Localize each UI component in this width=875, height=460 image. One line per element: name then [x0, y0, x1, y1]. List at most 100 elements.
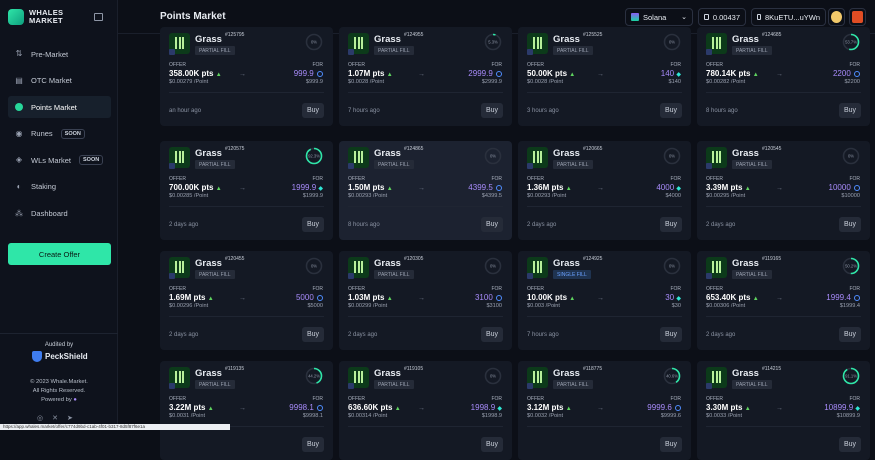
- token-name: Grass: [553, 258, 580, 269]
- for-amount: 140 ◆: [661, 69, 681, 78]
- create-offer-button[interactable]: Create Offer: [8, 243, 111, 265]
- offer-id: #120545: [762, 146, 782, 152]
- buy-button[interactable]: Buy: [302, 327, 324, 342]
- sidebar-item-pre-market[interactable]: ⇅ Pre-Market: [8, 43, 111, 65]
- buy-button[interactable]: Buy: [660, 327, 682, 342]
- buy-button[interactable]: Buy: [839, 327, 861, 342]
- offer-card[interactable]: Grass #124685 PARTIAL FILL 53.7% OFFER FOR 780…: [697, 27, 870, 126]
- buy-button[interactable]: Buy: [839, 103, 861, 118]
- buy-button[interactable]: Buy: [302, 217, 324, 232]
- token-name: Grass: [374, 258, 401, 269]
- offer-label: OFFER: [169, 176, 186, 182]
- for-amount: 10000: [829, 183, 860, 192]
- usd-value: $5000: [307, 303, 323, 309]
- offer-points: 358.00K pts: [169, 69, 214, 78]
- offer-amount: 3.22M pts ▲: [169, 403, 214, 412]
- price-per-point: $0.0033 /Point: [706, 413, 743, 419]
- fill-progress-ring: 50.2%: [842, 257, 860, 275]
- offer-card[interactable]: Grass #120305 PARTIAL FILL 0% OFFER FOR 1.03M …: [339, 251, 512, 350]
- for-label: FOR: [312, 62, 323, 68]
- usd-value: $1999.9: [302, 193, 323, 199]
- buy-button[interactable]: Buy: [481, 437, 503, 452]
- price-per-point: $0.00293 /Point: [527, 193, 567, 199]
- fill-type-badge: PARTIAL FILL: [732, 46, 772, 55]
- audited-by-label: Audited by: [44, 342, 74, 348]
- balance-display[interactable]: 0.00437: [698, 8, 746, 26]
- posted-time: 7 hours ago: [527, 332, 559, 338]
- offer-card[interactable]: Grass #120665 PARTIAL FILL 0% OFFER FOR 1.36M …: [518, 141, 691, 240]
- diamond-icon: ◆: [855, 406, 860, 412]
- wallet-button[interactable]: 8KuETU...uYWn: [751, 8, 826, 26]
- grass-leaf-icon: ▲: [752, 72, 759, 78]
- discord-icon[interactable]: ◎: [37, 414, 43, 422]
- x-icon[interactable]: ✕: [52, 414, 58, 422]
- collapse-sidebar-icon[interactable]: [94, 13, 103, 21]
- buy-button[interactable]: Buy: [839, 437, 861, 452]
- offer-card[interactable]: Grass #119135 PARTIAL FILL 44.2% OFFER FOR 3.2…: [160, 361, 333, 460]
- offer-amount: 1.50M pts ▲: [348, 183, 393, 192]
- offer-card[interactable]: Grass #118775 PARTIAL FILL 40.6% OFFER FOR 3.1…: [518, 361, 691, 460]
- for-value: 140: [660, 69, 675, 78]
- buy-button[interactable]: Buy: [481, 327, 503, 342]
- buy-button[interactable]: Buy: [660, 217, 682, 232]
- offer-card[interactable]: Grass #124865 PARTIAL FILL 0% OFFER FOR 1.50M …: [339, 141, 512, 240]
- social-links: ◎ ✕ ➤: [37, 414, 73, 422]
- chain-badge-icon: [348, 163, 354, 169]
- fill-percent: 0%: [490, 264, 496, 269]
- arrow-right-icon: →: [418, 185, 425, 192]
- buy-button[interactable]: Buy: [660, 437, 682, 452]
- offer-card[interactable]: Grass #119165 PARTIAL FILL 50.2% OFFER FOR 653…: [697, 251, 870, 350]
- sidebar-item-points-market[interactable]: Points Market: [8, 96, 111, 119]
- rewards-button[interactable]: [849, 8, 866, 26]
- usd-value: $30: [671, 303, 681, 309]
- buy-button[interactable]: Buy: [481, 103, 503, 118]
- offer-points: 653.40K pts: [706, 293, 751, 302]
- offer-label: OFFER: [169, 62, 186, 68]
- fill-type-badge: PARTIAL FILL: [374, 46, 414, 55]
- buy-button[interactable]: Buy: [302, 103, 324, 118]
- buy-button[interactable]: Buy: [481, 217, 503, 232]
- for-value: 30: [665, 293, 675, 302]
- offer-card[interactable]: Grass #119105 PARTIAL FILL 0% OFFER FOR 636.60…: [339, 361, 512, 460]
- offer-card[interactable]: Grass #114215 PARTIAL FILL 91.1% OFFER FOR 3.3…: [697, 361, 870, 460]
- offer-card[interactable]: Grass #125525 PARTIAL FILL 0% OFFER FOR 50.00K…: [518, 27, 691, 126]
- offer-id: #120665: [583, 146, 603, 152]
- posted-time: 3 hours ago: [527, 108, 559, 114]
- fill-percent: 50.2%: [845, 264, 857, 269]
- buy-button[interactable]: Buy: [660, 103, 682, 118]
- offer-card[interactable]: Grass #124955 PARTIAL FILL 5.3% OFFER FOR 1.07…: [339, 27, 512, 126]
- offer-label: OFFER: [706, 62, 723, 68]
- buy-button[interactable]: Buy: [839, 217, 861, 232]
- logo-line2: MARKET: [29, 16, 63, 25]
- runes-icon: ◉: [15, 128, 23, 138]
- coin-icon: [317, 70, 323, 77]
- peckshield-logo[interactable]: PeckShield: [32, 351, 88, 362]
- theme-toggle[interactable]: [828, 8, 845, 26]
- offer-amount: 1.03M pts ▲: [348, 293, 393, 302]
- buy-button[interactable]: Buy: [302, 437, 324, 452]
- fill-percent: 0%: [669, 154, 675, 159]
- telegram-icon[interactable]: ➤: [67, 414, 73, 422]
- offer-id: #120575: [225, 146, 245, 152]
- arrow-right-icon: →: [597, 405, 604, 412]
- offer-card[interactable]: Grass #124925 SINGLE FILL 0% OFFER FOR 10.00K …: [518, 251, 691, 350]
- grass-leaf-icon: ▲: [752, 296, 759, 302]
- for-label: FOR: [849, 62, 860, 68]
- posted-time: 2 days ago: [527, 222, 557, 228]
- offer-id: #125525: [583, 32, 603, 38]
- offer-card[interactable]: Grass #120545 PARTIAL FILL 0% OFFER FOR 3.39M …: [697, 141, 870, 240]
- sidebar-item-wls-market[interactable]: ◈ WLs Market SOON: [8, 149, 111, 171]
- app-logo[interactable]: WHALES MARKET: [8, 9, 63, 25]
- sidebar-item-dashboard[interactable]: ⁂ Dashboard: [8, 203, 111, 225]
- fill-progress-ring: 0%: [663, 33, 681, 51]
- price-per-point: $0.00299 /Point: [348, 303, 388, 309]
- for-label: FOR: [670, 396, 681, 402]
- offer-card[interactable]: Grass #125795 PARTIAL FILL 0% OFFER FOR 358.00…: [160, 27, 333, 126]
- sidebar-item-otc-market[interactable]: ▤ OTC Market: [8, 70, 111, 92]
- sidebar-item-runes[interactable]: ◉ Runes SOON: [8, 123, 111, 145]
- sidebar-item-staking[interactable]: ◐ Staking: [8, 176, 111, 198]
- chain-selector[interactable]: Solana ⌄: [625, 8, 693, 26]
- offer-card[interactable]: Grass #120455 PARTIAL FILL 0% OFFER FOR 1.69M …: [160, 251, 333, 350]
- offer-card[interactable]: Grass #120575 PARTIAL FILL 92.3% OFFER FOR 700…: [160, 141, 333, 240]
- offer-amount: 1.69M pts ▲: [169, 293, 214, 302]
